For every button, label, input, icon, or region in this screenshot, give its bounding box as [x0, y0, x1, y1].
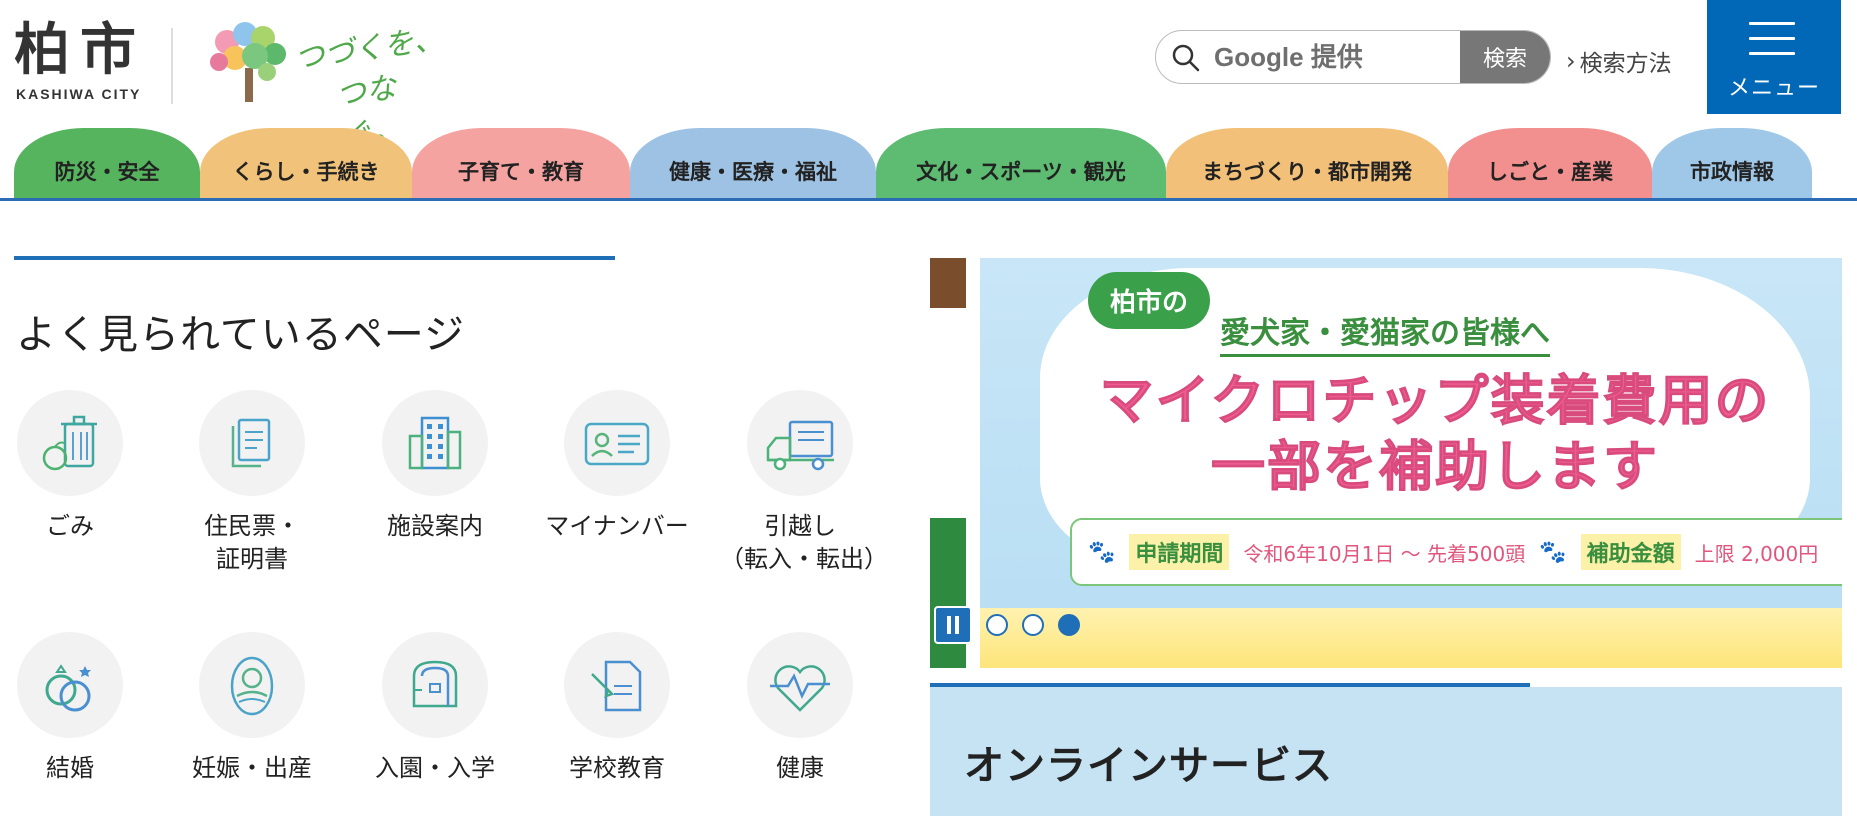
banner-headline-line1: マイクロチップ装着費用の	[1099, 369, 1771, 433]
tab-urban-development[interactable]: まちづくり・都市開発	[1166, 128, 1448, 200]
building-icon	[408, 416, 462, 470]
paw-icon: 🐾	[1088, 539, 1116, 565]
popular-item-school-education[interactable]: 学校教育	[537, 632, 697, 785]
banner-subtitle: 愛犬家・愛猫家の皆様へ	[1220, 308, 1550, 357]
truck-icon	[766, 420, 834, 471]
rings-icon	[45, 664, 91, 712]
search-help-link[interactable]: › 検索方法	[1566, 44, 1672, 78]
popular-item-label: ごみ	[46, 512, 94, 540]
popular-item-label: 結婚	[46, 754, 94, 782]
popular-item-label: 引越し （転入・転出）	[720, 512, 888, 573]
popular-item-garbage[interactable]: ごみ	[0, 390, 150, 543]
search-icon	[1172, 44, 1200, 72]
menu-button[interactable]: メニュー	[1707, 0, 1841, 114]
document-icon	[231, 418, 271, 468]
tab-living[interactable]: くらし・手続き	[200, 128, 412, 200]
popular-item-label: 住民票・ 証明書	[204, 512, 300, 573]
baby-icon	[230, 656, 274, 716]
site-search: 検索	[1155, 30, 1551, 84]
carousel-pause-button[interactable]	[934, 606, 972, 644]
online-services-section: オンラインサービス	[930, 687, 1842, 816]
banner-city-skyline	[980, 608, 1842, 668]
site-logo[interactable]: 柏市	[14, 22, 146, 78]
banner-amount-tag: 補助金額	[1580, 534, 1681, 570]
popular-item-marriage[interactable]: 結婚	[0, 632, 150, 785]
search-input[interactable]	[1214, 31, 1444, 83]
heart-pulse-icon	[770, 665, 830, 712]
tab-safety[interactable]: 防災・安全	[14, 128, 200, 200]
site-logo-roman: KASHIWA CITY	[16, 86, 142, 102]
popular-item-label: マイナンバー	[545, 512, 689, 540]
popular-item-health[interactable]: 健康	[720, 632, 880, 785]
tab-culture-sports[interactable]: 文化・スポーツ・観光	[876, 128, 1166, 200]
popular-item-label: 健康	[776, 754, 824, 782]
popular-item-label: 入園・入学	[375, 754, 495, 782]
banner-slide[interactable]: 柏市の 愛犬家・愛猫家の皆様へ マイクロチップ装着費用の 一部を補助します 🐾 …	[980, 258, 1842, 668]
popular-item-facilities[interactable]: 施設案内	[355, 390, 515, 543]
popular-item-label: 施設案内	[387, 512, 483, 540]
category-nav: 防災・安全 くらし・手続き 子育て・教育 健康・医療・福祉 文化・スポーツ・観光…	[0, 128, 1857, 200]
popular-title: よく見られているページ	[16, 312, 465, 358]
popular-item-certificates[interactable]: 住民票・ 証明書	[172, 390, 332, 576]
popular-item-label: 妊娠・出産	[192, 754, 312, 782]
tree-logo-icon	[210, 22, 286, 102]
carousel-dot-2[interactable]	[1022, 614, 1044, 636]
pencil-paper-icon	[591, 660, 642, 712]
trash-icon	[42, 415, 97, 471]
popular-item-moving[interactable]: 引越し （転入・転出）	[720, 390, 888, 576]
online-services-title: オンラインサービス	[964, 743, 1333, 789]
popular-grid: ごみ 住民票・ 証明書 施設案内 マイナンバー 引越し （転入・転出） 結婚 妊…	[0, 390, 900, 816]
popular-item-enrollment[interactable]: 入園・入学	[355, 632, 515, 785]
paw-icon: 🐾	[1539, 539, 1567, 565]
banner-carousel[interactable]: 柏市の 愛犬家・愛猫家の皆様へ マイクロチップ装着費用の 一部を補助します 🐾 …	[930, 258, 1842, 668]
tab-city-info[interactable]: 市政情報	[1652, 128, 1812, 200]
hamburger-icon	[1749, 22, 1795, 56]
carousel-dot-1[interactable]	[986, 614, 1008, 636]
banner-amount-text: 上限 2,000円	[1694, 541, 1819, 566]
school-bag-icon	[412, 660, 458, 708]
carousel-controls	[934, 606, 1080, 644]
banner-period-text: 令和6年10月1日 ～ 先着500頭	[1243, 541, 1526, 566]
banner-info-box: 🐾 申請期間 令和6年10月1日 ～ 先着500頭 🐾 補助金額 上限 2,00…	[1070, 518, 1842, 586]
carousel-dot-3[interactable]	[1058, 614, 1080, 636]
tab-work-industry[interactable]: しごと・産業	[1448, 128, 1652, 200]
search-help-label: 検索方法	[1579, 51, 1672, 77]
chevron-right-icon: ›	[1566, 47, 1576, 75]
popular-underline	[14, 256, 615, 260]
tabs-underline	[0, 198, 1857, 201]
site-header: 柏市 KASHIWA CITY つづくを、 つなぐ。 検索 › 検索方法 メニュ…	[0, 0, 1857, 155]
tab-childcare[interactable]: 子育て・教育	[412, 128, 630, 200]
menu-label: メニュー	[1727, 75, 1820, 100]
banner-period-tag: 申請期間	[1129, 534, 1230, 570]
tab-health-welfare[interactable]: 健康・医療・福祉	[630, 128, 876, 200]
banner-city-pill: 柏市の	[1088, 272, 1211, 329]
banner-headline-line2: 一部を補助します	[1211, 435, 1659, 499]
popular-item-label: 学校教育	[569, 754, 665, 782]
popular-item-mynumber[interactable]: マイナンバー	[537, 390, 697, 543]
logo-divider	[171, 28, 173, 104]
search-button[interactable]: 検索	[1460, 31, 1550, 83]
id-card-icon	[584, 422, 650, 466]
banner-headline: マイクロチップ装着費用の 一部を補助します	[1090, 368, 1780, 500]
popular-item-pregnancy[interactable]: 妊娠・出産	[172, 632, 332, 785]
